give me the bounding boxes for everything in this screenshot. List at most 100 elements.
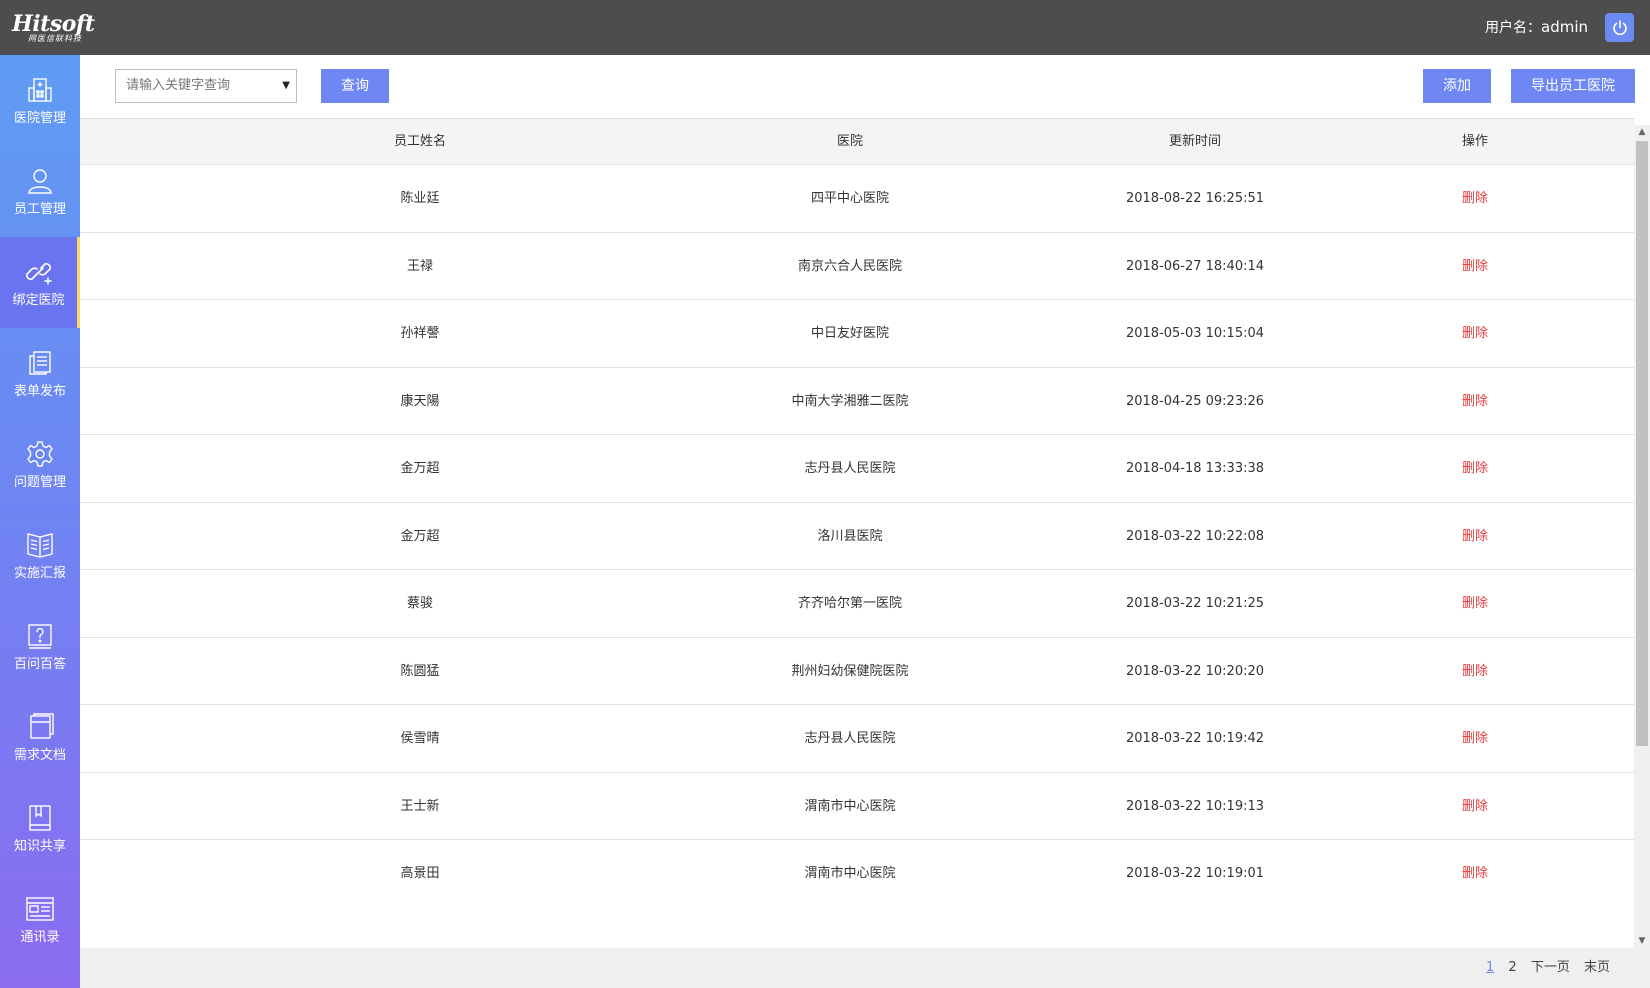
cell-name: 金万超 <box>400 528 440 544</box>
delete-link[interactable]: 删除 <box>1425 705 1525 776</box>
cell-name: 陈业廷 <box>400 191 440 206</box>
table-row: 陈业廷 四平中心医院 2018-08-22 16:25:51 删除 <box>80 164 1635 235</box>
page-link-2[interactable]: 2 <box>1508 960 1516 975</box>
delete-link[interactable]: 删除 <box>1425 300 1525 371</box>
header-operation: 操作 <box>1461 134 1488 149</box>
cell-time: 2018-03-22 10:22:08 <box>1125 528 1265 544</box>
main-content: 请输入关键字查询 ▼ 查询 添加 导出员工医院 员工姓名 医院 更新时间 操作 … <box>80 55 1650 988</box>
cell-hospital: 渭南市中心医院 <box>804 866 896 881</box>
logo-main-text: Hitsoft <box>12 11 95 37</box>
user-icon <box>25 166 55 196</box>
cell-hospital: 中日友好医院 <box>810 326 889 341</box>
sidebar-item-label: 员工管理 <box>13 201 66 217</box>
sidebar-item-requirement-docs[interactable]: 需求文档 <box>0 692 80 783</box>
page-link-1[interactable]: 1 <box>1486 960 1494 975</box>
cell-hospital: 志丹县人民医院 <box>804 731 896 746</box>
user-info: 用户名：admin <box>1485 16 1588 39</box>
delete-link[interactable]: 删除 <box>1425 233 1525 304</box>
sidebar-item-label: 知识共享 <box>13 838 66 854</box>
export-button[interactable]: 导出员工医院 <box>1511 69 1635 103</box>
logo-sub-text: 网医信联科技 <box>28 34 82 43</box>
delete-link[interactable]: 删除 <box>1425 165 1525 236</box>
question-icon <box>25 621 55 651</box>
table-row: 王士新 渭南市中心医院 2018-03-22 10:19:13 删除 <box>80 771 1635 844</box>
last-page-link[interactable]: 末页 <box>1584 960 1610 975</box>
delete-link[interactable]: 删除 <box>1425 503 1525 574</box>
header-hospital: 医院 <box>836 134 863 149</box>
form-icon <box>25 348 55 378</box>
delete-link[interactable]: 删除 <box>1425 840 1525 911</box>
delete-link[interactable]: 删除 <box>1425 638 1525 709</box>
cell-name: 高景田 <box>400 866 440 881</box>
table-row: 陈圆猛 荆州妇幼保健院医院 2018-03-22 10:20:20 删除 <box>80 636 1635 709</box>
cell-name: 王士新 <box>400 798 440 814</box>
header-name: 员工姓名 <box>393 134 446 149</box>
book-icon <box>25 803 55 833</box>
delete-link[interactable]: 删除 <box>1425 570 1525 641</box>
scroll-thumb[interactable] <box>1636 141 1648 746</box>
footer: 1 2 下一页 末页 <box>80 948 1650 988</box>
search-select[interactable]: 请输入关键字查询 ▼ <box>115 69 297 103</box>
cell-time: 2018-06-27 18:40:14 <box>1125 258 1265 274</box>
cell-time: 2018-03-22 10:20:20 <box>1125 663 1265 679</box>
cell-time: 2018-04-18 13:33:38 <box>1125 461 1265 476</box>
logout-button[interactable] <box>1605 13 1634 42</box>
cell-time: 2018-03-22 10:19:42 <box>1125 731 1265 746</box>
cell-hospital: 渭南市中心医院 <box>804 798 896 814</box>
cell-hospital: 荆州妇幼保健院医院 <box>791 663 909 679</box>
cell-hospital: 四平中心医院 <box>810 191 889 206</box>
table-header: 员工姓名 医院 更新时间 操作 <box>80 119 1635 164</box>
cell-name: 陈圆猛 <box>400 663 440 679</box>
username-label: 用户名： <box>1485 20 1541 36</box>
table-row: 康天陽 中南大学湘雅二医院 2018-04-25 09:23:26 删除 <box>80 366 1635 439</box>
scroll-up-arrow-icon[interactable]: ▲ <box>1634 125 1650 139</box>
table-row: 侯雪晴 志丹县人民医院 2018-03-22 10:19:42 删除 <box>80 704 1635 775</box>
sidebar-item-form-publish[interactable]: 表单发布 <box>0 328 80 419</box>
sidebar-item-contacts[interactable]: 通讯录 <box>0 874 80 965</box>
cell-name: 蔡骏 <box>406 596 433 611</box>
cell-hospital: 齐齐哈尔第一医院 <box>797 596 902 611</box>
cell-hospital: 南京六合人民医院 <box>797 258 902 274</box>
sidebar-item-label: 医院管理 <box>13 110 66 126</box>
cell-time: 2018-03-22 10:19:13 <box>1125 798 1265 814</box>
table-row: 王禄 南京六合人民医院 2018-06-27 18:40:14 删除 <box>80 231 1635 304</box>
add-button[interactable]: 添加 <box>1423 69 1491 103</box>
sidebar-item-implementation-report[interactable]: 实施汇报 <box>0 510 80 601</box>
power-icon <box>1612 19 1627 35</box>
sidebar-item-knowledge-share[interactable]: 知识共享 <box>0 783 80 874</box>
sidebar-item-issue-management[interactable]: 问题管理 <box>0 419 80 510</box>
cell-time: 2018-03-22 10:19:01 <box>1125 866 1265 881</box>
sidebar-item-hospital-management[interactable]: 医院管理 <box>0 55 80 146</box>
cell-name: 王禄 <box>406 258 433 274</box>
search-placeholder: 请输入关键字查询 <box>126 78 231 93</box>
cell-time: 2018-03-22 10:21:25 <box>1125 596 1265 611</box>
delete-link[interactable]: 删除 <box>1425 368 1525 439</box>
table-row: 孙祥謦 中日友好医院 2018-05-03 10:15:04 删除 <box>80 299 1635 370</box>
table-row: 金万超 洛川县医院 2018-03-22 10:22:08 删除 <box>80 501 1635 574</box>
pagination: 1 2 下一页 末页 <box>1476 959 1610 977</box>
book-open-icon <box>25 530 55 560</box>
cell-hospital: 志丹县人民医院 <box>804 461 896 476</box>
sidebar-item-staff-management[interactable]: 员工管理 <box>0 146 80 237</box>
sidebar-item-label: 表单发布 <box>13 383 66 399</box>
delete-link[interactable]: 删除 <box>1425 435 1525 506</box>
next-page-link[interactable]: 下一页 <box>1531 960 1570 975</box>
toolbar: 请输入关键字查询 ▼ 查询 添加 导出员工医院 <box>80 55 1650 110</box>
cell-name: 金万超 <box>400 461 440 476</box>
vertical-scrollbar[interactable]: ▲ ▼ <box>1634 125 1650 948</box>
scroll-down-arrow-icon[interactable]: ▼ <box>1634 934 1650 948</box>
header-time: 更新时间 <box>1168 134 1221 149</box>
sidebar-item-faq[interactable]: 百问百答 <box>0 601 80 692</box>
cell-hospital: 中南大学湘雅二医院 <box>791 393 909 409</box>
sidebar-item-label: 通讯录 <box>20 929 60 945</box>
sidebar-item-bind-hospital[interactable]: 绑定医院 <box>0 237 80 328</box>
delete-link[interactable]: 删除 <box>1425 773 1525 844</box>
hospital-icon <box>25 75 55 105</box>
sidebar: 医院管理 员工管理 绑定医院 表单发布 问题管理 实施汇报 百问百答 需求文档 … <box>0 55 80 988</box>
sidebar-item-label: 绑定医院 <box>12 292 65 308</box>
hitsoft-logo: Hitsoft 网医信联科技 <box>12 11 95 44</box>
sidebar-item-label: 需求文档 <box>13 747 66 763</box>
username-value: admin <box>1541 18 1588 36</box>
query-button[interactable]: 查询 <box>321 69 389 103</box>
link-icon <box>24 257 54 287</box>
